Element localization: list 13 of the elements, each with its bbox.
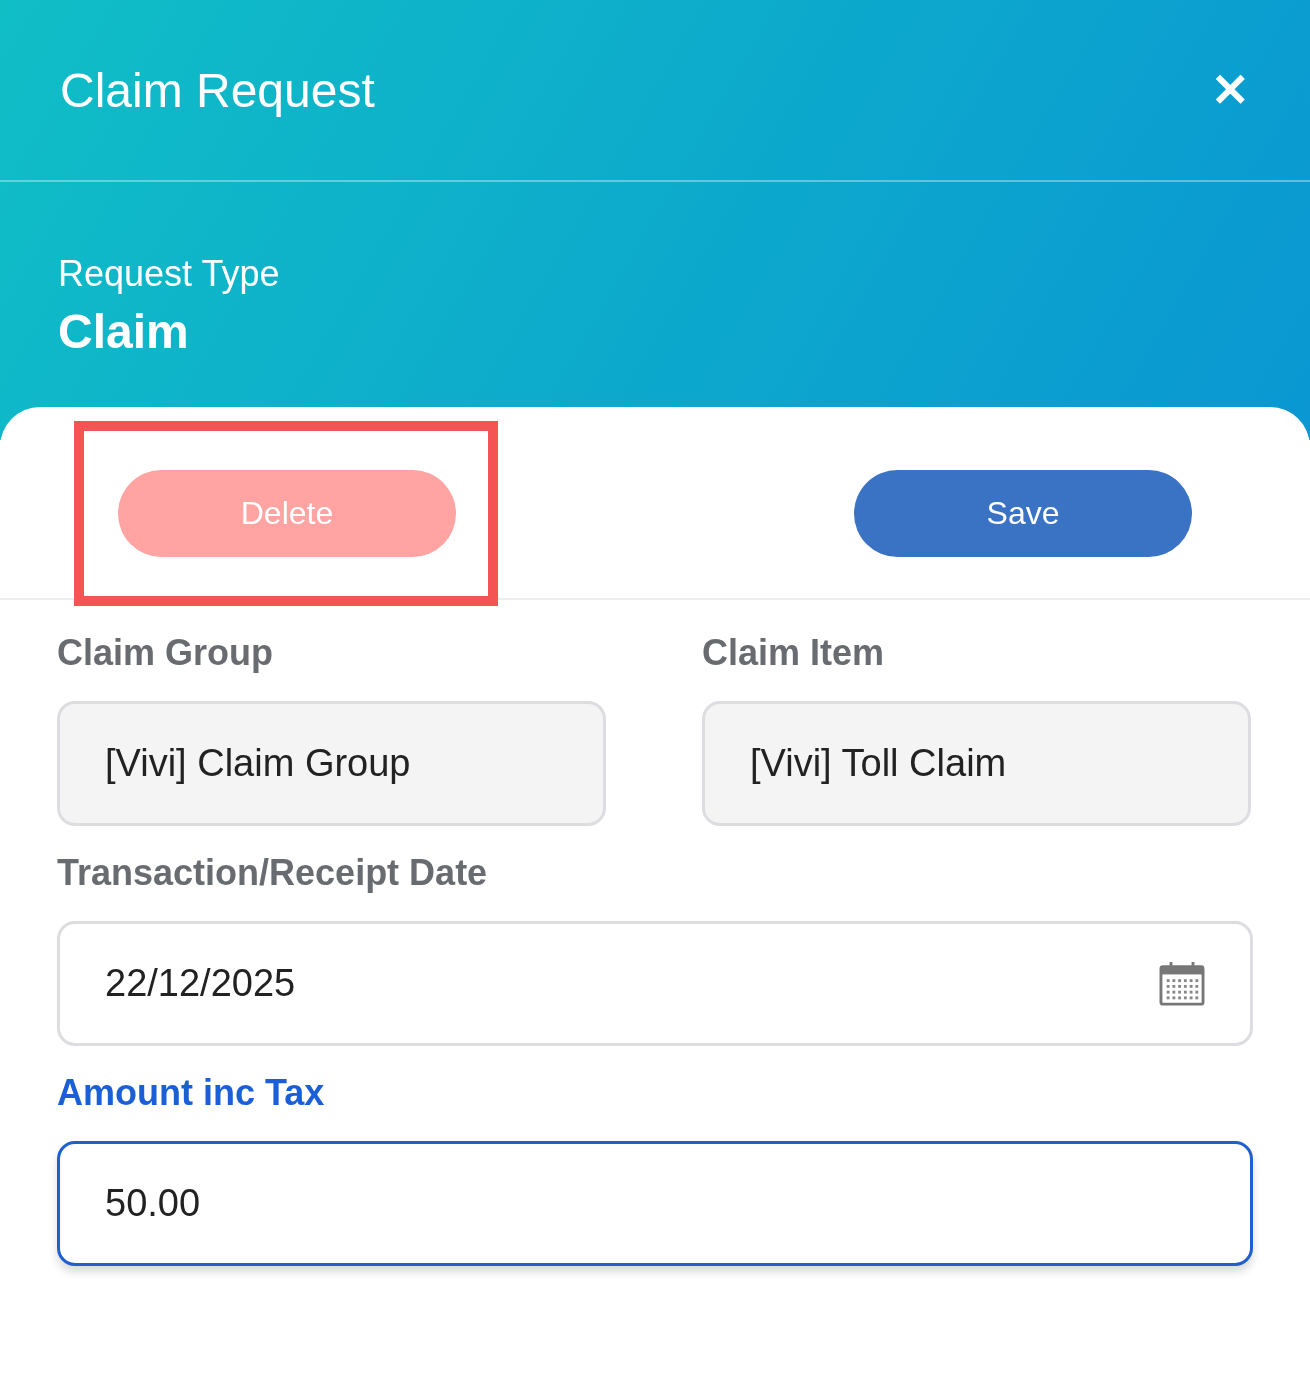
input-field[interactable]: 50.00 bbox=[57, 1141, 1253, 1266]
field-label: Claim Item bbox=[702, 631, 886, 675]
input-field[interactable]: [Vivi] Claim Group bbox=[57, 701, 606, 826]
save-button[interactable]: Save bbox=[854, 470, 1192, 557]
calendar-icon[interactable] bbox=[1159, 961, 1205, 1006]
request-type-value: Claim bbox=[58, 304, 190, 360]
window-title: Claim Request bbox=[60, 62, 375, 118]
request-type-label: Request Type bbox=[58, 252, 281, 296]
field-label: Transaction/Receipt Date bbox=[57, 851, 489, 895]
field-label: Amount inc Tax bbox=[57, 1071, 326, 1115]
field-label: Claim Group bbox=[57, 631, 275, 675]
input-field[interactable]: 22/12/2025 bbox=[57, 921, 1253, 1046]
input-field[interactable]: [Vivi] Toll Claim bbox=[702, 701, 1251, 826]
